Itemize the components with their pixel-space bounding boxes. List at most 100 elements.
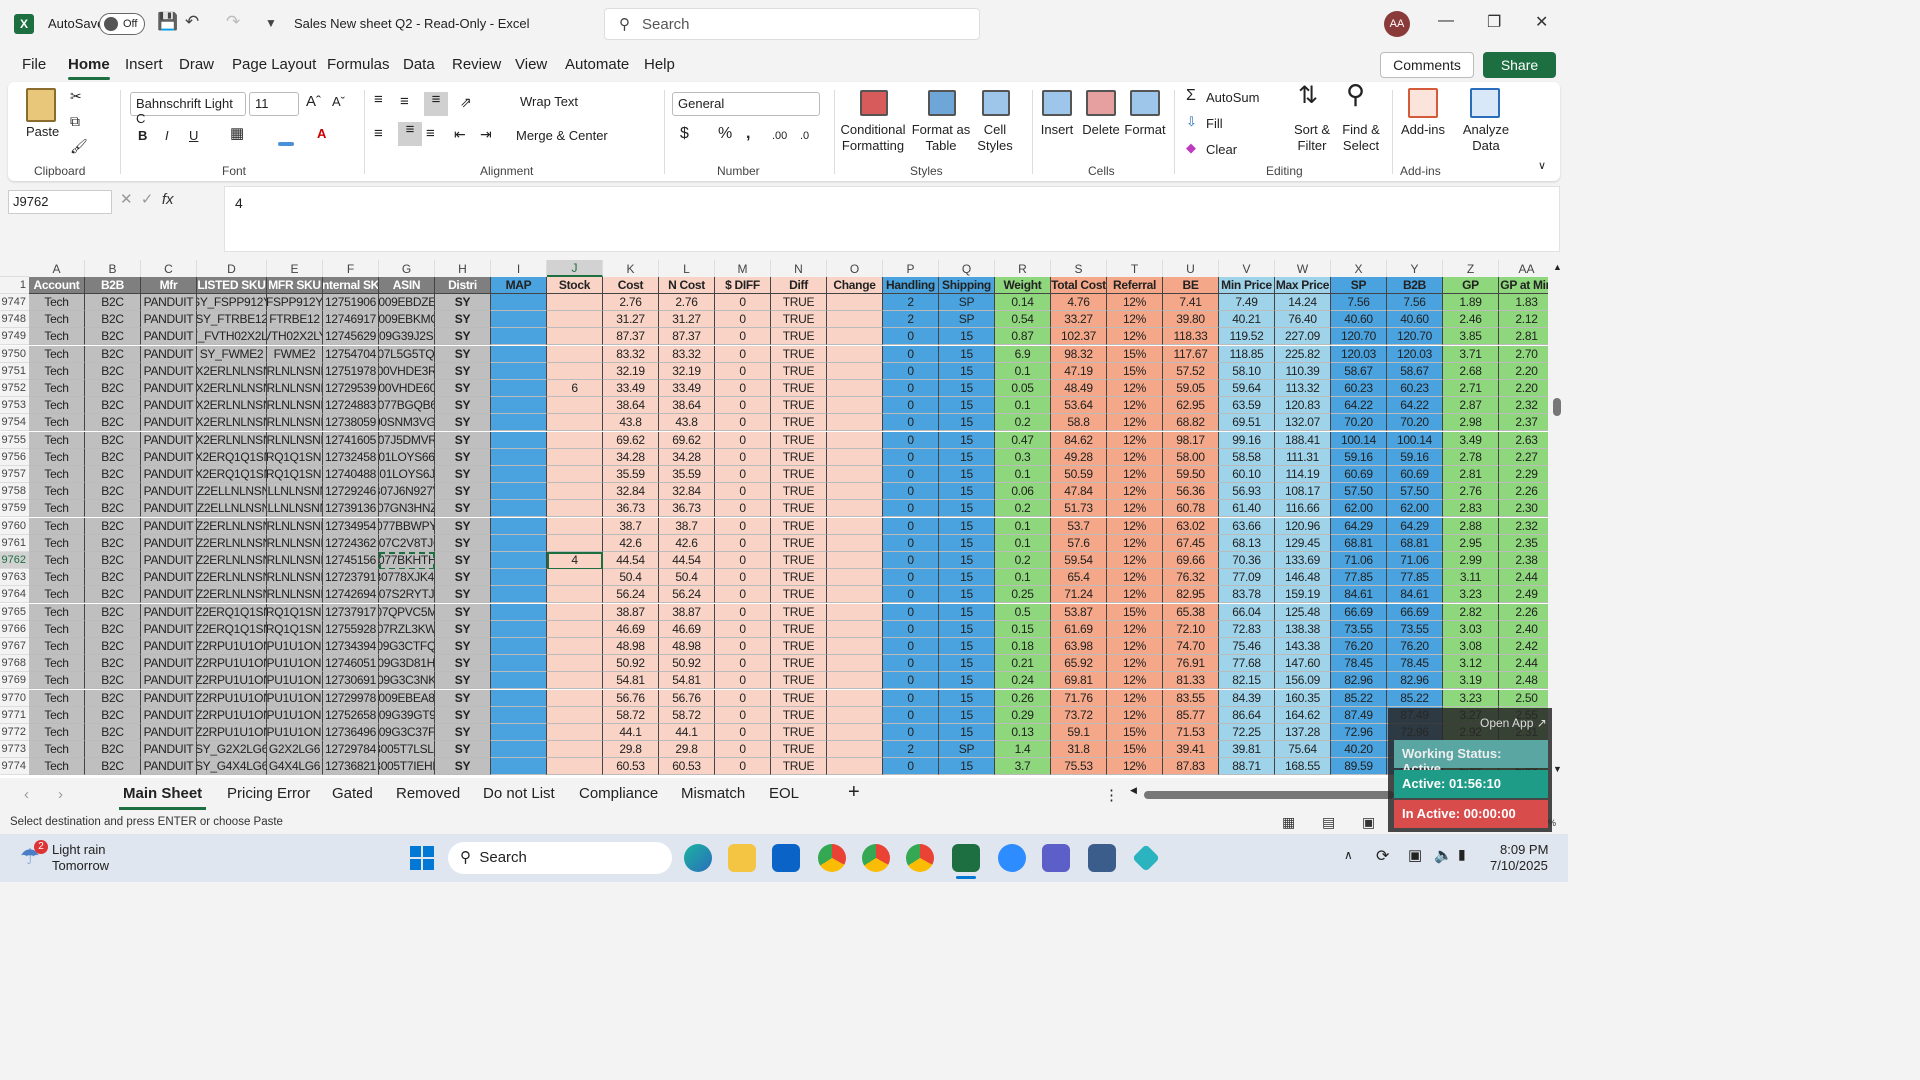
table-cell[interactable]: PANDUIT	[141, 569, 197, 587]
table-cell[interactable]: 0	[883, 534, 939, 552]
table-cell[interactable]: 48.98	[603, 638, 659, 655]
table-cell[interactable]: 76.20	[1331, 638, 1387, 655]
table-cell[interactable]: G4X4LG6	[267, 758, 323, 776]
column-title-cell[interactable]: Total Cost	[1051, 277, 1107, 294]
table-cell[interactable]	[547, 328, 603, 346]
menu-draw[interactable]: Draw	[179, 56, 214, 73]
clear-icon[interactable]: ◆	[1186, 140, 1196, 156]
decrease-indent-icon[interactable]: ⇤	[454, 126, 466, 142]
table-cell[interactable]: 36.73	[603, 500, 659, 518]
table-cell[interactable]: 0	[883, 672, 939, 690]
table-cell[interactable]: 12%	[1107, 638, 1163, 655]
table-cell[interactable]: Tech	[29, 500, 85, 518]
font-color-icon[interactable]: A	[317, 126, 326, 142]
table-cell[interactable]: TRUE	[771, 294, 827, 311]
table-cell[interactable]	[547, 448, 603, 466]
table-cell[interactable]: 2.70	[1499, 345, 1548, 363]
table-cell[interactable]: SY	[435, 724, 491, 741]
table-cell[interactable]	[827, 672, 883, 690]
table-cell[interactable]: _FZ2RPU1U1ONM	[197, 655, 267, 673]
table-cell[interactable]	[491, 706, 547, 724]
table-cell[interactable]: 12%	[1107, 706, 1163, 724]
table-cell[interactable]: 12724883	[323, 397, 379, 415]
table-cell[interactable]: ERLNLNSNM	[267, 552, 323, 569]
table-cell[interactable]: 6	[547, 380, 603, 397]
table-cell[interactable]: 58.67	[1387, 362, 1443, 380]
table-cell[interactable]: FVTH02X2LYL	[267, 328, 323, 346]
table-cell[interactable]: 83.32	[659, 345, 715, 363]
table-cell[interactable]: 87.37	[603, 328, 659, 346]
table-cell[interactable]: 12%	[1107, 294, 1163, 311]
menu-help[interactable]: Help	[644, 56, 675, 73]
table-cell[interactable]: ERQ1Q1SNM	[267, 603, 323, 621]
tab-do-not-list[interactable]: Do not List	[483, 785, 555, 802]
table-cell[interactable]: Tech	[29, 655, 85, 673]
row-header[interactable]: 9765	[0, 603, 29, 621]
table-cell[interactable]: Tech	[29, 311, 85, 329]
table-cell[interactable]	[491, 466, 547, 483]
table-cell[interactable]	[491, 638, 547, 655]
table-cell[interactable]	[491, 380, 547, 397]
column-title-cell[interactable]: Max Price	[1275, 277, 1331, 294]
table-cell[interactable]: 0	[715, 328, 771, 346]
table-cell[interactable]: 110.39	[1275, 362, 1331, 380]
table-cell[interactable]	[547, 586, 603, 604]
table-cell[interactable]: 0.1	[995, 569, 1051, 587]
table-cell[interactable]: 2.82	[1443, 603, 1499, 621]
table-cell[interactable]: TRUE	[771, 638, 827, 655]
formula-input[interactable]: 4	[224, 186, 1560, 252]
tab-next-icon[interactable]: ›	[58, 786, 63, 803]
table-cell[interactable]: 78.45	[1387, 655, 1443, 673]
table-cell[interactable]: 84.61	[1387, 586, 1443, 604]
table-cell[interactable]: 2.83	[1443, 500, 1499, 518]
align-top-icon[interactable]: ≡	[374, 92, 383, 108]
table-cell[interactable]: B2C	[85, 414, 141, 432]
table-cell[interactable]: 0	[715, 620, 771, 638]
table-cell[interactable]: 15%	[1107, 724, 1163, 741]
enter-icon[interactable]: ✓	[141, 191, 154, 208]
table-cell[interactable]: B077BGQB68	[379, 397, 435, 415]
table-cell[interactable]: ERQ1Q1SNM	[267, 466, 323, 483]
table-cell[interactable]: 60.78	[1163, 500, 1219, 518]
table-cell[interactable]	[547, 483, 603, 501]
table-cell[interactable]: _FZ2RPU1U1ONM	[197, 672, 267, 690]
scroll-down-icon[interactable]: ▼	[1553, 764, 1562, 774]
table-cell[interactable]: 12751978	[323, 362, 379, 380]
column-header[interactable]: G	[379, 260, 435, 277]
table-cell[interactable]: TRUE	[771, 534, 827, 552]
conditional-formatting-button[interactable]: Conditional Formatting	[840, 122, 906, 154]
column-header[interactable]: S	[1051, 260, 1107, 277]
table-cell[interactable]: 12%	[1107, 552, 1163, 569]
table-cell[interactable]: 83.55	[1163, 689, 1219, 707]
table-cell[interactable]: 2.95	[1443, 534, 1499, 552]
table-cell[interactable]: 63.98	[1051, 638, 1107, 655]
row-header[interactable]: 9751	[0, 362, 29, 380]
column-header[interactable]: R	[995, 260, 1051, 277]
column-title-cell[interactable]: Min Price	[1219, 277, 1275, 294]
menu-formulas[interactable]: Formulas	[327, 56, 390, 73]
table-cell[interactable]: 56.93	[1219, 483, 1275, 501]
table-cell[interactable]: 50.4	[659, 569, 715, 587]
table-cell[interactable]: 0	[883, 569, 939, 587]
volume-icon[interactable]: 🔈	[1434, 846, 1453, 864]
table-cell[interactable]: TRUE	[771, 758, 827, 776]
table-cell[interactable]	[827, 620, 883, 638]
table-cell[interactable]: _FZ2ERLNLNSNM	[197, 534, 267, 552]
table-cell[interactable]: 43.8	[659, 414, 715, 432]
table-cell[interactable]: 3.85	[1443, 328, 1499, 346]
table-cell[interactable]: _FX2ERLNLNSNM	[197, 380, 267, 397]
table-cell[interactable]: B005T7LSL4	[379, 741, 435, 759]
table-cell[interactable]	[547, 758, 603, 776]
table-cell[interactable]	[547, 689, 603, 707]
table-cell[interactable]: B077BKHTH8	[379, 552, 435, 569]
table-cell[interactable]: 2.99	[1443, 552, 1499, 569]
table-cell[interactable]: 0	[883, 706, 939, 724]
table-cell[interactable]: 0	[883, 758, 939, 776]
table-cell[interactable]: SY	[435, 466, 491, 483]
table-cell[interactable]: TRUE	[771, 466, 827, 483]
table-cell[interactable]: 0.2	[995, 552, 1051, 569]
table-cell[interactable]: 0.18	[995, 638, 1051, 655]
tab-pricing-error[interactable]: Pricing Error	[227, 785, 310, 802]
table-cell[interactable]: 40.21	[1219, 311, 1275, 329]
table-cell[interactable]: 114.19	[1275, 466, 1331, 483]
